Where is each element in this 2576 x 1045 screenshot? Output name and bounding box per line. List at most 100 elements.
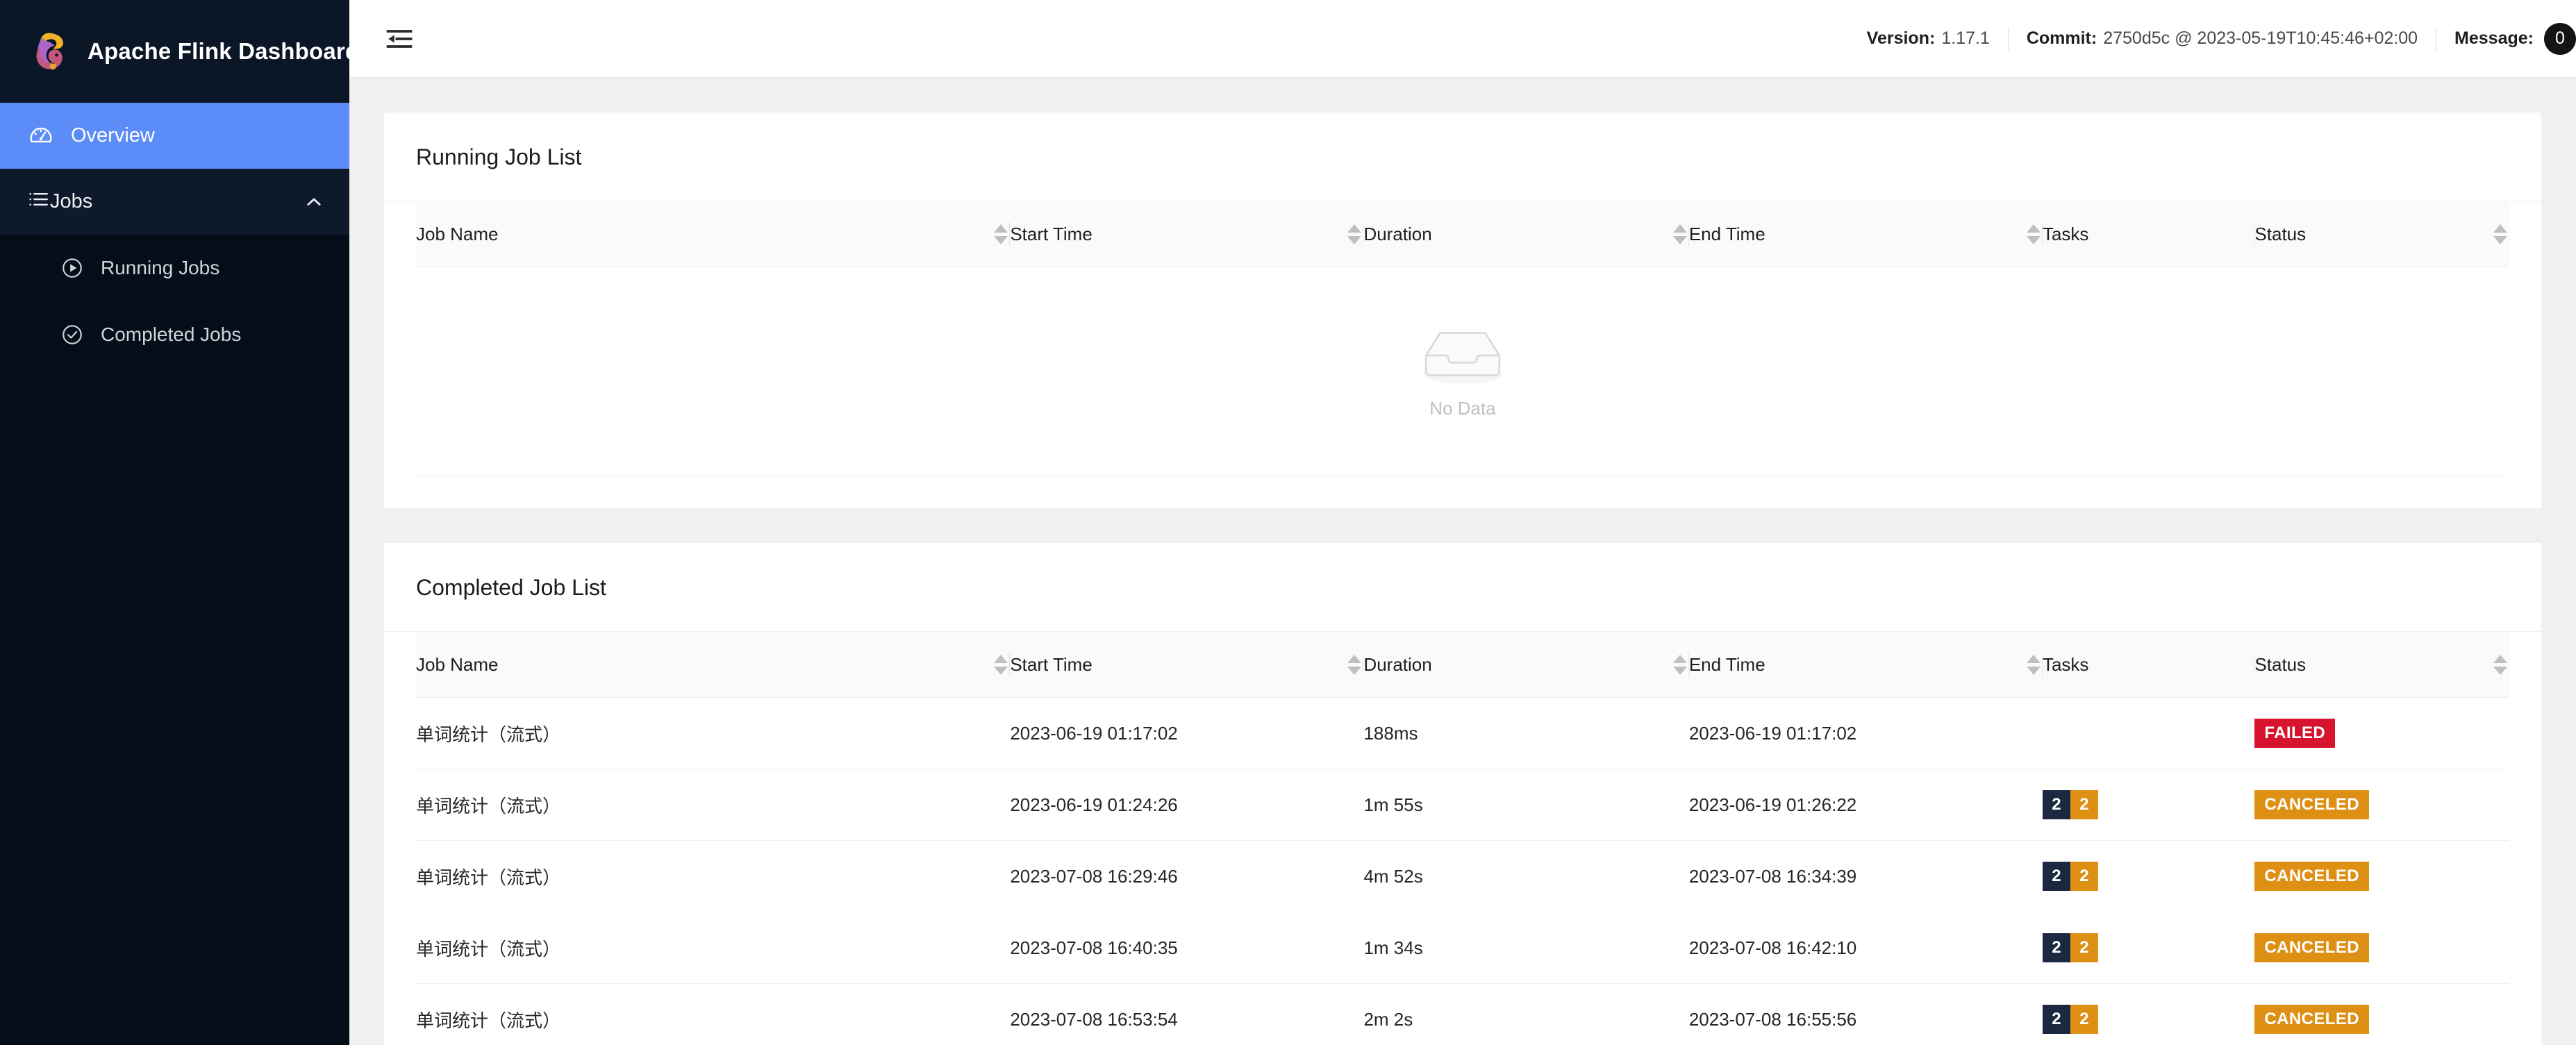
top-bar-meta: Version: 1.17.1 Commit: 2750d5c @ 2023-0… <box>1867 22 2576 55</box>
sort-toggle-status[interactable] <box>2493 221 2508 247</box>
cell-tasks <box>2042 697 2255 769</box>
completed-job-list-header: Completed Job List <box>384 543 2541 632</box>
cell-job-name: 单词统计（流式） <box>416 912 1011 984</box>
running-col-status[interactable]: Status <box>2254 201 2509 267</box>
completed-job-list-body: Job Name Start Time Duration End Time Ta… <box>384 632 2541 1045</box>
running-col-end-time[interactable]: End Time <box>1688 201 2043 267</box>
cell-job-name: 单词统计（流式） <box>416 697 1011 769</box>
app-root: Apache Flink Dashboard Overview Jobs Run… <box>0 0 2576 1045</box>
main-area: Version: 1.17.1 Commit: 2750d5c @ 2023-0… <box>349 0 2576 1045</box>
running-col-job-name-label: Job Name <box>416 223 499 244</box>
table-row[interactable]: 单词统计（流式） 2023-07-08 16:29:46 4m 52s 2023-07… <box>416 840 2509 912</box>
sidebar-submenu-jobs: Running Jobs Completed Jobs <box>0 235 349 1045</box>
completed-col-duration[interactable]: Duration <box>1363 632 1689 698</box>
cell-status: CANCELED <box>2254 912 2509 984</box>
task-count-chip-dark: 2 <box>2042 790 2070 819</box>
table-row[interactable]: 单词统计（流式） 2023-07-08 16:40:35 1m 34s 2023-07… <box>416 912 2509 984</box>
sidebar-item-running-jobs-label: Running Jobs <box>101 257 220 278</box>
sort-toggle-end-time[interactable] <box>2026 651 2041 678</box>
top-bar: Version: 1.17.1 Commit: 2750d5c @ 2023-0… <box>349 0 2576 78</box>
task-count-chip-orange: 2 <box>2070 790 2098 819</box>
cell-end-time: 2023-07-08 16:34:39 <box>1688 840 2043 912</box>
sort-toggle-duration[interactable] <box>1672 221 1688 247</box>
completed-col-start-time[interactable]: Start Time <box>1010 632 1364 698</box>
completed-job-table: Job Name Start Time Duration End Time Ta… <box>416 632 2509 1045</box>
sort-toggle-job-name[interactable] <box>993 221 1008 247</box>
cell-end-time: 2023-07-08 16:42:10 <box>1688 912 2043 984</box>
completed-col-end-time[interactable]: End Time <box>1688 632 2043 698</box>
message-info[interactable]: Message: <box>2454 28 2534 49</box>
sort-toggle-duration[interactable] <box>1672 651 1688 678</box>
sort-toggle-start-time[interactable] <box>1347 221 1362 247</box>
sort-toggle-status[interactable] <box>2493 651 2508 678</box>
cell-start-time: 2023-06-19 01:17:02 <box>1010 697 1364 769</box>
version-value: 1.17.1 <box>1941 28 1990 48</box>
task-count-chip-dark: 2 <box>2042 862 2070 891</box>
version-info: Version: 1.17.1 <box>1867 28 1990 49</box>
table-row[interactable]: 单词统计（流式） 2023-06-19 01:24:26 1m 55s 2023-06… <box>416 769 2509 841</box>
sidebar-item-completed-jobs-label: Completed Jobs <box>101 324 242 345</box>
sidebar-group-jobs[interactable]: Jobs <box>0 169 349 235</box>
running-job-list-body: Job Name Start Time Duration End Time Ta… <box>384 201 2541 508</box>
task-count-chip-dark: 2 <box>2042 1005 2070 1034</box>
cell-end-time: 2023-06-19 01:26:22 <box>1688 769 2043 841</box>
cell-status: CANCELED <box>2254 840 2509 912</box>
task-count-chip-orange: 2 <box>2070 933 2098 962</box>
cell-duration: 188ms <box>1363 697 1689 769</box>
list-icon <box>26 187 50 217</box>
table-row[interactable]: 单词统计（流式） 2023-06-19 01:17:02 188ms 2023-06-… <box>416 697 2509 769</box>
cell-tasks: 22 <box>2042 769 2255 841</box>
cell-start-time: 2023-06-19 01:24:26 <box>1010 769 1364 841</box>
running-col-status-label: Status <box>2254 223 2307 244</box>
task-counter-group: 22 <box>2042 862 2098 891</box>
sort-toggle-end-time[interactable] <box>2026 221 2041 247</box>
completed-col-start-time-label: Start Time <box>1010 653 1092 675</box>
completed-col-status-label: Status <box>2254 653 2307 675</box>
message-count-badge[interactable]: 0 <box>2544 22 2576 55</box>
version-label: Version: <box>1866 28 1936 48</box>
cell-status: CANCELED <box>2254 769 2509 841</box>
commit-label: Commit: <box>2026 28 2097 48</box>
commit-value: 2750d5c @ 2023-05-19T10:45:46+02:00 <box>2103 28 2418 48</box>
running-col-tasks-label: Tasks <box>2042 223 2089 244</box>
status-badge: CANCELED <box>2254 933 2369 962</box>
running-col-start-time[interactable]: Start Time <box>1010 201 1364 267</box>
sort-toggle-job-name[interactable] <box>993 651 1008 678</box>
running-col-tasks: Tasks <box>2042 201 2255 267</box>
task-counter-group: 22 <box>2042 1005 2098 1034</box>
completed-col-job-name[interactable]: Job Name <box>416 632 1011 698</box>
sidebar: Apache Flink Dashboard Overview Jobs Run… <box>0 0 359 1045</box>
cell-duration: 1m 34s <box>1363 912 1689 984</box>
running-col-job-name[interactable]: Job Name <box>416 201 1011 267</box>
running-col-duration[interactable]: Duration <box>1363 201 1689 267</box>
chevron-up-icon[interactable] <box>302 190 326 214</box>
empty-state-label: No Data <box>1429 397 1496 419</box>
menu-fold-icon[interactable] <box>381 21 417 57</box>
task-counter-group: 22 <box>2042 790 2098 819</box>
completed-col-tasks-label: Tasks <box>2042 653 2089 675</box>
running-job-table: Job Name Start Time Duration End Time Ta… <box>416 201 2509 476</box>
completed-col-end-time-label: End Time <box>1688 653 1765 675</box>
cell-duration: 4m 52s <box>1363 840 1689 912</box>
sidebar-nav: Overview Jobs Running Jobs Completed Job… <box>0 103 349 1045</box>
cell-start-time: 2023-07-08 16:40:35 <box>1010 912 1364 984</box>
running-job-table-header-row: Job Name Start Time Duration End Time Ta… <box>416 201 2509 267</box>
brand-header: Apache Flink Dashboard <box>0 0 359 103</box>
sidebar-item-completed-jobs[interactable]: Completed Jobs <box>0 301 349 368</box>
completed-job-list-card: Completed Job List Job Name Start Time D… <box>384 543 2541 1045</box>
completed-col-duration-label: Duration <box>1363 653 1432 675</box>
table-row[interactable]: 单词统计（流式） 2023-07-08 16:53:54 2m 2s 2023-07-… <box>416 983 2509 1045</box>
running-job-table-body: No Data <box>416 267 2509 476</box>
status-badge: FAILED <box>2254 719 2336 748</box>
message-label: Message: <box>2454 28 2534 48</box>
cell-duration: 2m 2s <box>1363 983 1689 1045</box>
task-count-chip-dark: 2 <box>2042 933 2070 962</box>
play-circle-icon <box>59 255 85 281</box>
sort-toggle-start-time[interactable] <box>1347 651 1362 678</box>
cell-status: CANCELED <box>2254 983 2509 1045</box>
sidebar-item-running-jobs[interactable]: Running Jobs <box>0 235 349 301</box>
cell-status: FAILED <box>2254 697 2509 769</box>
completed-col-status[interactable]: Status <box>2254 632 2509 698</box>
sidebar-item-overview[interactable]: Overview <box>0 103 349 169</box>
running-col-start-time-label: Start Time <box>1010 223 1092 244</box>
